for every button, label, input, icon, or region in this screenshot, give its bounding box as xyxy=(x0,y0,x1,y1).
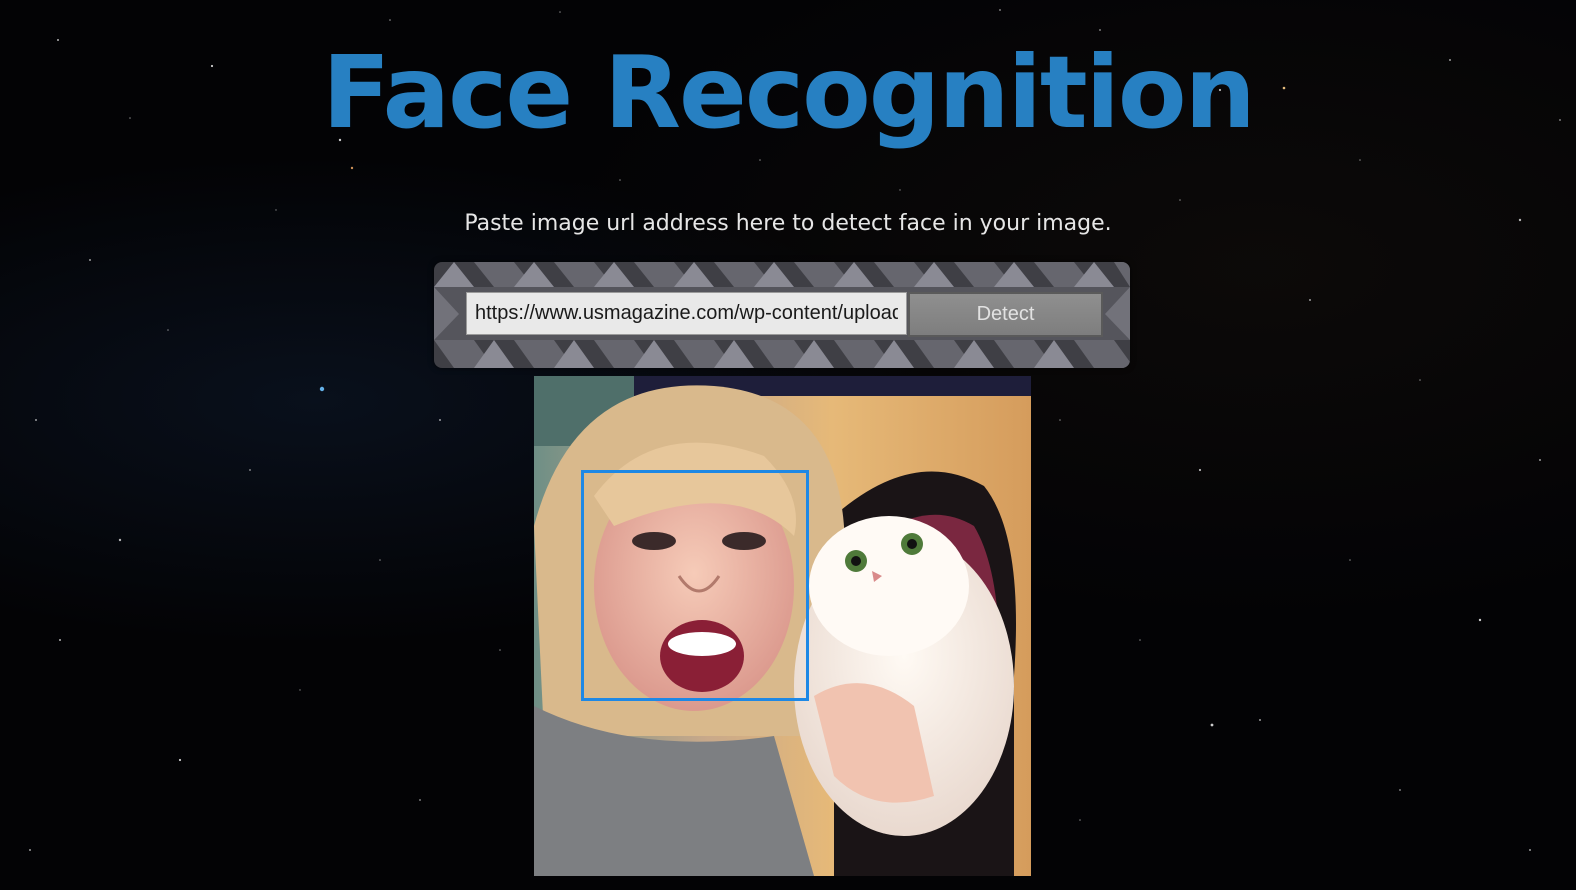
detect-button[interactable]: Detect xyxy=(908,292,1103,337)
face-bounding-box xyxy=(581,470,809,701)
result-image xyxy=(534,376,1031,876)
page-title: Face Recognition xyxy=(322,34,1256,151)
page: Face Recognition Paste image url address… xyxy=(0,0,1576,890)
url-form-panel: Detect xyxy=(434,262,1130,368)
instructions-text: Paste image url address here to detect f… xyxy=(464,211,1112,236)
image-url-input[interactable] xyxy=(466,292,907,335)
